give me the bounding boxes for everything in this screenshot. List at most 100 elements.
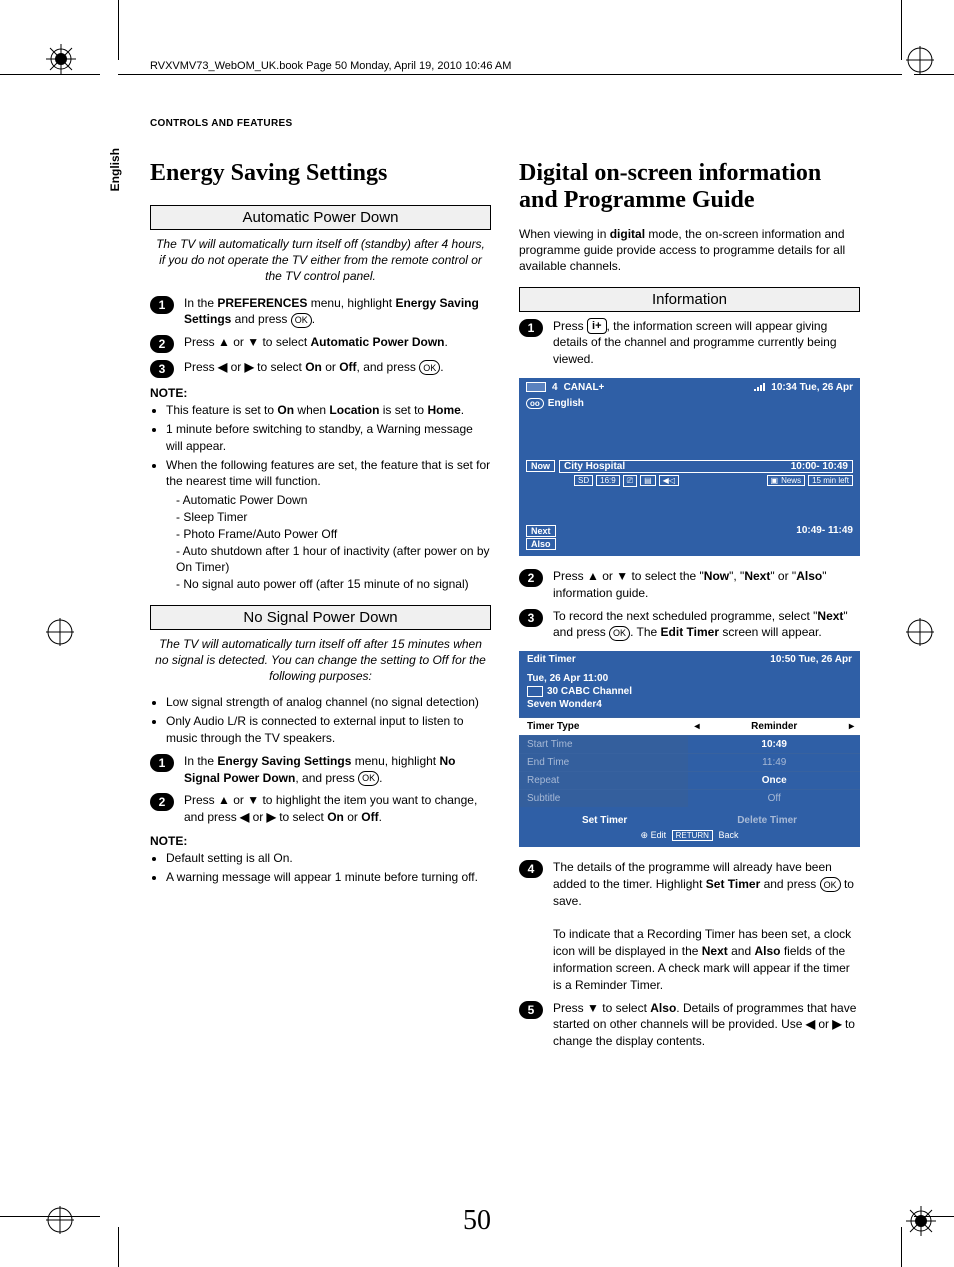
audio-icon: oo — [526, 398, 544, 409]
digital-info-title: Digital on-screen information and Progra… — [519, 160, 860, 214]
right-column: Digital on-screen information and Progra… — [519, 160, 860, 1056]
step-text: In the PREFERENCES menu, highlight Energ… — [184, 295, 491, 329]
registration-target-icon — [906, 618, 934, 646]
nspd-step-1: 1 In the Energy Saving Settings menu, hi… — [150, 753, 491, 787]
ok-button-icon: OK — [291, 313, 312, 328]
step-text: Press ▼ to select Also. Details of progr… — [553, 1000, 860, 1050]
right-arrow-icon: ▶ — [267, 810, 276, 824]
clock-text: 10:34 Tue, 26 Apr — [771, 382, 853, 393]
row-value: 10:49 — [688, 736, 860, 753]
row-value: 11:49 — [688, 754, 860, 771]
crop-line — [0, 74, 100, 75]
signal-icon — [754, 383, 765, 391]
table-row: End Time 11:49 — [519, 753, 860, 771]
row-label: Repeat — [519, 772, 688, 789]
energy-saving-title: Energy Saving Settings — [150, 160, 491, 187]
right-arrow-icon: ▸ — [849, 721, 854, 732]
note-label: NOTE: — [150, 386, 491, 400]
channel-name: CANAL+ — [564, 382, 605, 393]
aspect-badge: 16:9 — [596, 475, 620, 486]
timer-meta: Tue, 26 Apr 11:00 30 CABC Channel Seven … — [519, 668, 860, 717]
info-step-1: 1 Press i+, the information screen will … — [519, 318, 860, 368]
step-text: Press i+, the information screen will ap… — [553, 318, 860, 368]
crop-line — [914, 74, 954, 75]
nspd-intro: The TV will automatically turn itself of… — [154, 636, 487, 685]
apd-intro: The TV will automatically turn itself of… — [154, 236, 487, 285]
now-tag: Now — [526, 460, 555, 472]
time-left-badge: 15 min left — [808, 475, 853, 486]
row-label: Timer Type — [519, 718, 688, 735]
info-screen-mock: 4 CANAL+ 10:34 Tue, 26 Apr oo English No… — [519, 378, 860, 556]
table-row: Timer Type ◂Reminder▸ — [519, 717, 860, 735]
timer-timestamp: 10:50 Tue, 26 Apr — [770, 654, 852, 665]
info-badges: SD 16:9 ⎚ ▤ ◀◁ ▣ News 15 min left — [520, 474, 859, 488]
left-column: Energy Saving Settings Automatic Power D… — [150, 160, 491, 1056]
ok-button-icon: OK — [419, 360, 440, 375]
programme-time: 10:00- 10:49 — [791, 461, 848, 472]
list-item: Default setting is all On. — [166, 850, 491, 867]
row-value: ◂Reminder▸ — [688, 718, 860, 735]
channel-logo-icon — [527, 686, 543, 697]
list-item: Automatic Power Down — [176, 492, 491, 509]
info-button-icon: i+ — [587, 318, 606, 334]
info-step-3: 3 To record the next scheduled programme… — [519, 608, 860, 642]
list-item: Auto shutdown after 1 hour of inactivity… — [176, 543, 491, 577]
up-arrow-icon: ▲ — [218, 335, 230, 349]
header-rule — [118, 74, 902, 75]
table-row: Subtitle Off — [519, 789, 860, 807]
row-label: Start Time — [519, 736, 688, 753]
step-badge: 2 — [150, 793, 174, 811]
digital-intro: When viewing in digital mode, the on-scr… — [519, 226, 860, 275]
list-item: Only Audio L/R is connected to external … — [166, 713, 491, 747]
info-step-5: 5 Press ▼ to select Also. Details of pro… — [519, 1000, 860, 1050]
list-item: A warning message will appear 1 minute b… — [166, 869, 491, 886]
step-badge: 1 — [519, 319, 543, 337]
step-badge: 2 — [150, 335, 174, 353]
registration-sun-icon — [46, 44, 76, 74]
apd-step-1: 1 In the PREFERENCES menu, highlight Ene… — [150, 295, 491, 329]
language-tab: English — [108, 148, 122, 191]
timer-meta-channel: 30 CABC Channel — [547, 685, 632, 698]
registration-target-icon — [46, 618, 74, 646]
also-tag: Also — [526, 538, 556, 550]
step-badge: 5 — [519, 1001, 543, 1019]
book-meta: RVXVMV73_WebOM_UK.book Page 50 Monday, A… — [150, 60, 511, 72]
apd-sublist: Automatic Power Down Sleep Timer Photo F… — [166, 492, 491, 593]
list-item: 1 minute before switching to standby, a … — [166, 421, 491, 455]
nspd-heading: No Signal Power Down — [150, 605, 491, 630]
note-label: NOTE: — [150, 834, 491, 848]
apd-notes: This feature is set to On when Location … — [150, 402, 491, 593]
list-item: Photo Frame/Auto Power Off — [176, 526, 491, 543]
list-item: This feature is set to On when Location … — [166, 402, 491, 419]
row-label: Subtitle — [519, 790, 688, 807]
timer-meta-time: Tue, 26 Apr 11:00 — [527, 672, 852, 685]
right-arrow-icon: ▶ — [832, 1017, 841, 1031]
info-also-row: Also — [520, 538, 859, 554]
left-arrow-icon: ◀ — [806, 1017, 815, 1031]
down-arrow-icon: ▼ — [587, 1001, 599, 1015]
list-item: No signal auto power off (after 15 minut… — [176, 576, 491, 593]
left-arrow-icon: ◀ — [218, 360, 227, 374]
section-header: CONTROLS AND FEATURES — [150, 118, 292, 129]
left-arrow-icon: ◂ — [694, 721, 699, 732]
row-value: Off — [688, 790, 860, 807]
step-badge: 3 — [150, 360, 174, 378]
table-row: Start Time 10:49 — [519, 735, 860, 753]
nspd-notes: Default setting is all On. A warning mes… — [150, 850, 491, 886]
list-item: Sleep Timer — [176, 509, 491, 526]
subtitle-icon: ⎚ — [623, 475, 637, 487]
step-text: Press ▲ or ▼ to highlight the item you w… — [184, 792, 491, 826]
news-badge: ▣ News — [767, 475, 806, 486]
ok-button-icon: OK — [820, 877, 841, 892]
sd-badge: SD — [574, 475, 593, 486]
right-arrow-icon: ▶ — [245, 360, 254, 374]
edit-timer-mock: Edit Timer 10:50 Tue, 26 Apr Tue, 26 Apr… — [519, 651, 860, 847]
timer-footer: ⊕ Edit RETURN Back — [519, 828, 860, 847]
apd-step-2: 2 Press ▲ or ▼ to select Automatic Power… — [150, 334, 491, 353]
step-text: In the Energy Saving Settings menu, high… — [184, 753, 491, 787]
next-tag: Next — [526, 525, 556, 537]
timer-title: Edit Timer — [527, 654, 576, 665]
information-heading: Information — [519, 287, 860, 312]
table-row: Repeat Once — [519, 771, 860, 789]
manual-page: RVXVMV73_WebOM_UK.book Page 50 Monday, A… — [0, 0, 954, 1267]
